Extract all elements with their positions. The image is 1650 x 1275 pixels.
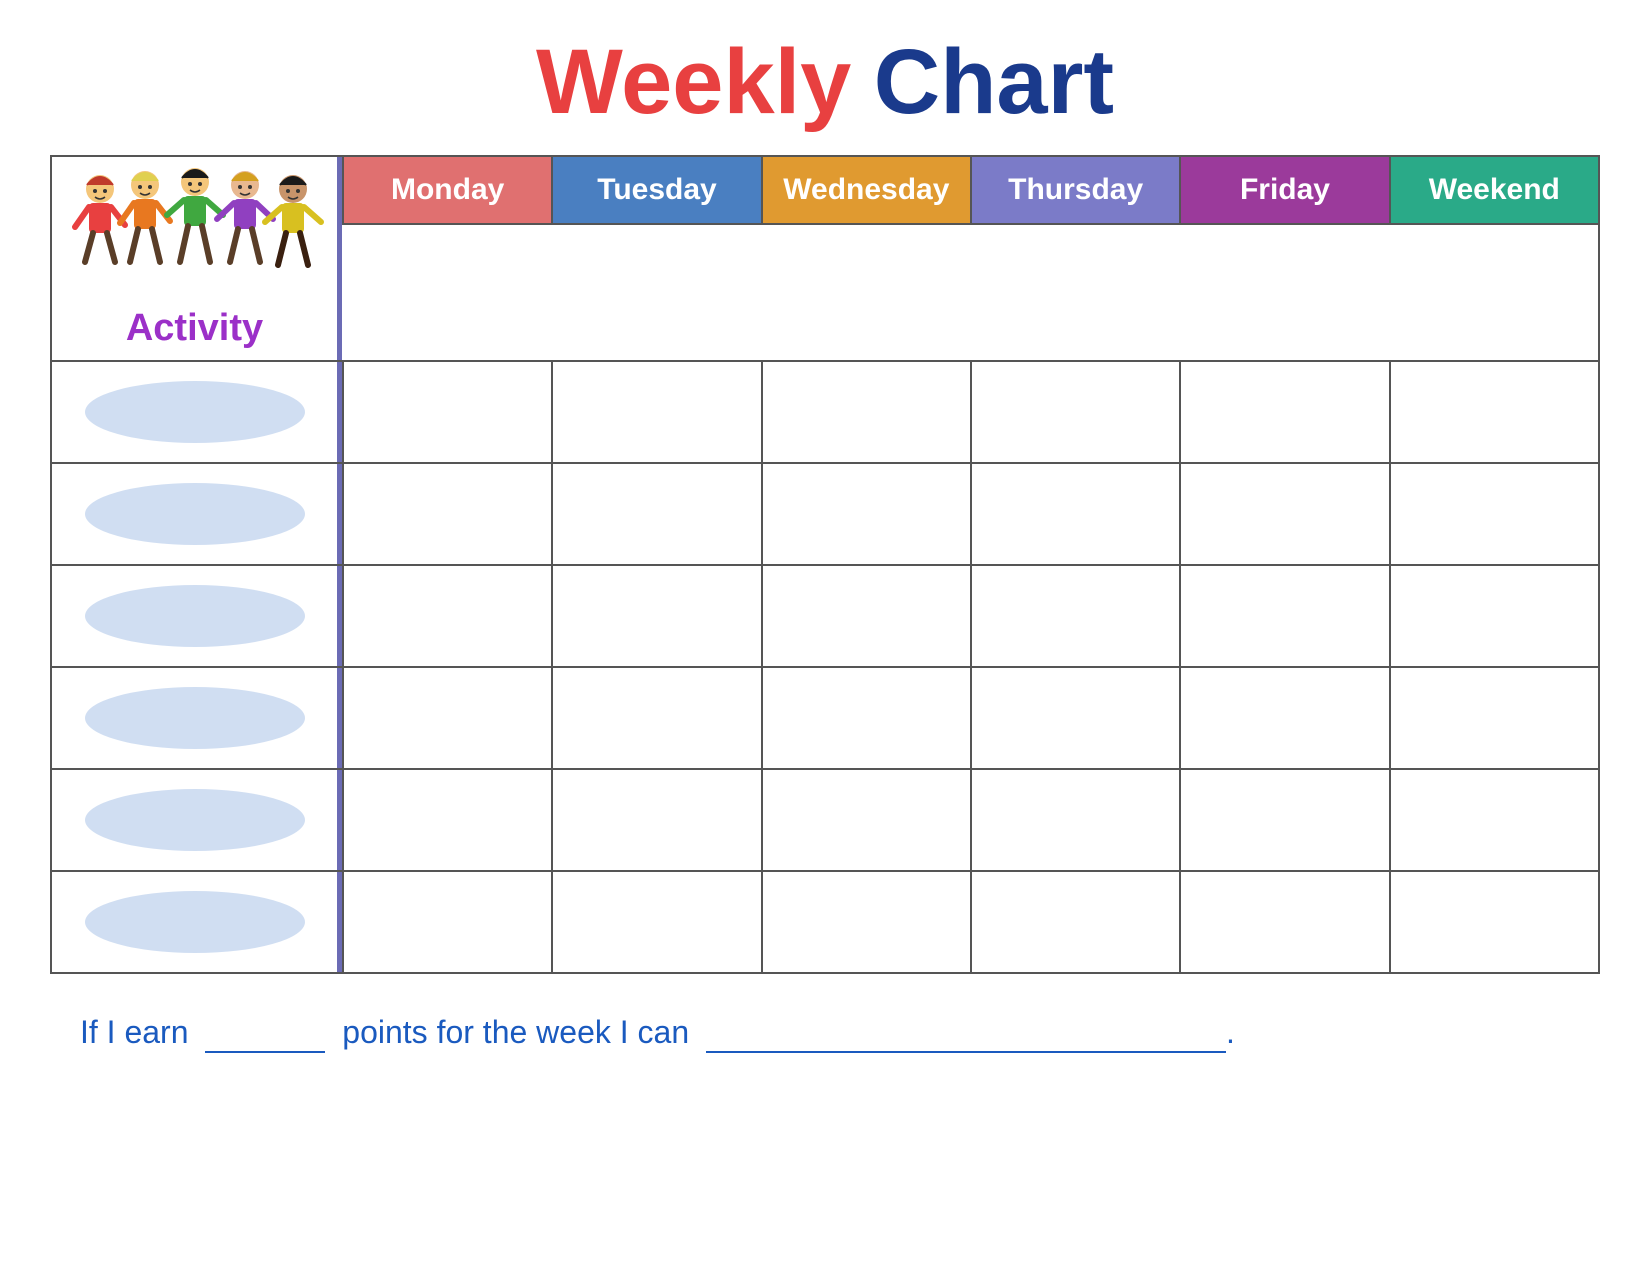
data-cell-3-tue[interactable] <box>551 566 760 666</box>
day-header-wednesday: Wednesday <box>761 157 970 225</box>
page-container: Weekly Chart <box>0 0 1650 1275</box>
activity-cell-5 <box>52 770 342 870</box>
data-cell-3-fri[interactable] <box>1179 566 1388 666</box>
table-row <box>52 870 1598 972</box>
table-row <box>52 462 1598 564</box>
data-cell-2-thu[interactable] <box>970 464 1179 564</box>
day-header-friday: Friday <box>1179 157 1388 225</box>
activity-oval-6 <box>85 891 305 953</box>
data-cell-1-wkd[interactable] <box>1389 362 1598 462</box>
day-header-thursday: Thursday <box>970 157 1179 225</box>
activity-oval-4 <box>85 687 305 749</box>
data-cell-6-fri[interactable] <box>1179 872 1388 972</box>
data-cell-6-tue[interactable] <box>551 872 760 972</box>
footer-text-middle: points for the week I can <box>342 1014 689 1050</box>
activity-cell-3 <box>52 566 342 666</box>
title-area: Weekly Chart <box>50 30 1600 135</box>
activity-oval-5 <box>85 789 305 851</box>
data-cell-2-wkd[interactable] <box>1389 464 1598 564</box>
data-cell-6-wkd[interactable] <box>1389 872 1598 972</box>
data-cell-5-mon[interactable] <box>342 770 551 870</box>
data-cell-3-wed[interactable] <box>761 566 970 666</box>
weekly-chart: Activity Monday Tuesday Wednesday Thursd… <box>50 155 1600 974</box>
data-cell-4-fri[interactable] <box>1179 668 1388 768</box>
activity-cell-4 <box>52 668 342 768</box>
data-cell-1-tue[interactable] <box>551 362 760 462</box>
activity-label: Activity <box>126 307 263 354</box>
data-cell-2-tue[interactable] <box>551 464 760 564</box>
data-cell-5-tue[interactable] <box>551 770 760 870</box>
header-row: Activity Monday Tuesday Wednesday Thursd… <box>52 157 1598 360</box>
activity-header-cell: Activity <box>52 157 342 360</box>
day-header-monday: Monday <box>342 157 551 225</box>
activity-cell-2 <box>52 464 342 564</box>
data-cell-5-thu[interactable] <box>970 770 1179 870</box>
data-cell-6-wed[interactable] <box>761 872 970 972</box>
data-cell-6-mon[interactable] <box>342 872 551 972</box>
day-header-weekend: Weekend <box>1389 157 1598 225</box>
data-cell-4-wed[interactable] <box>761 668 970 768</box>
kids-illustration <box>65 157 325 307</box>
data-cell-1-mon[interactable] <box>342 362 551 462</box>
table-row <box>52 768 1598 870</box>
footer-text-start: If I earn <box>80 1014 189 1050</box>
data-cell-4-wkd[interactable] <box>1389 668 1598 768</box>
data-cell-5-wed[interactable] <box>761 770 970 870</box>
data-cell-2-wed[interactable] <box>761 464 970 564</box>
table-row <box>52 360 1598 462</box>
table-row <box>52 564 1598 666</box>
data-cell-5-wkd[interactable] <box>1389 770 1598 870</box>
activity-oval-2 <box>85 483 305 545</box>
data-cell-1-wed[interactable] <box>761 362 970 462</box>
data-cell-2-mon[interactable] <box>342 464 551 564</box>
data-cell-5-fri[interactable] <box>1179 770 1388 870</box>
data-cell-1-fri[interactable] <box>1179 362 1388 462</box>
table-row <box>52 666 1598 768</box>
title-weekly: Weekly <box>536 31 851 133</box>
title-chart: Chart <box>874 31 1114 133</box>
activity-cell-6 <box>52 872 342 972</box>
data-cell-3-mon[interactable] <box>342 566 551 666</box>
footer-text: If I earn points for the week I can . <box>50 1014 1600 1053</box>
activity-cell-1 <box>52 362 342 462</box>
data-cell-6-thu[interactable] <box>970 872 1179 972</box>
day-header-tuesday: Tuesday <box>551 157 760 225</box>
data-cell-4-mon[interactable] <box>342 668 551 768</box>
data-cell-3-wkd[interactable] <box>1389 566 1598 666</box>
activity-oval-1 <box>85 381 305 443</box>
footer-points-blank[interactable] <box>205 1014 325 1053</box>
data-cell-3-thu[interactable] <box>970 566 1179 666</box>
activity-oval-3 <box>85 585 305 647</box>
data-cell-2-fri[interactable] <box>1179 464 1388 564</box>
data-cell-1-thu[interactable] <box>970 362 1179 462</box>
data-cell-4-tue[interactable] <box>551 668 760 768</box>
data-cell-4-thu[interactable] <box>970 668 1179 768</box>
footer-reward-blank[interactable] <box>706 1014 1226 1053</box>
